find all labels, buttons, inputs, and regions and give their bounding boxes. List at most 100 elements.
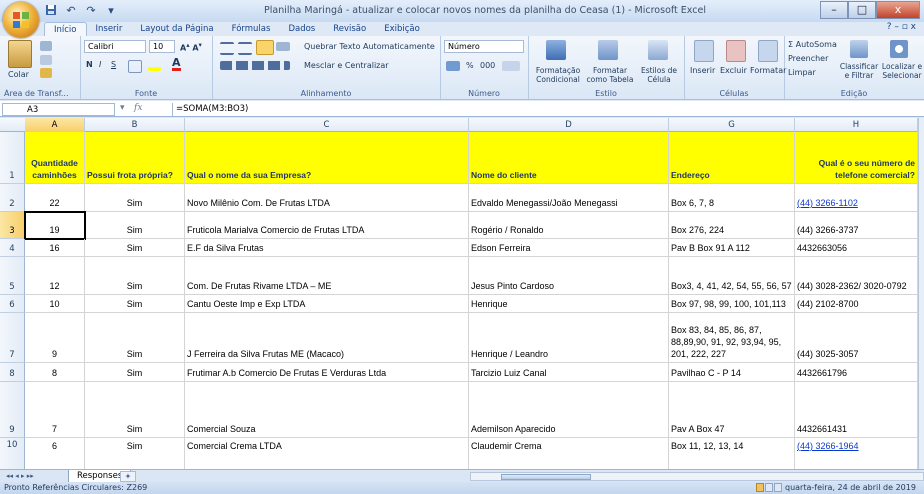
cell[interactable]: Henrique / Leandro (469, 313, 669, 363)
cell[interactable]: 7 (25, 382, 85, 438)
redo-icon[interactable]: ↷ (84, 4, 98, 18)
tab-exibicao[interactable]: Exibição (375, 22, 429, 36)
insert-cells-icon[interactable] (694, 40, 714, 62)
find-select-icon[interactable] (890, 40, 908, 58)
cell[interactable]: Box 6, 7, 8 (669, 184, 795, 212)
format-as-table-button[interactable]: Formatar como Tabela (586, 66, 634, 84)
fx-icon[interactable]: fx (134, 103, 142, 113)
cell[interactable]: Box3, 4, 41, 42, 54, 55, 56, 57 (669, 257, 795, 295)
paste-icon[interactable] (8, 40, 32, 68)
cell[interactable]: Jesus Pinto Cardoso (469, 257, 669, 295)
copy-icon[interactable] (40, 55, 52, 65)
name-box[interactable]: A3 (2, 103, 115, 116)
cell[interactable]: Frutimar A.b Comercio De Frutas E Verdur… (185, 363, 469, 382)
row-header[interactable]: 2 (0, 184, 25, 212)
header-cell[interactable]: Qual é o seu número de telefone comercia… (795, 132, 918, 184)
decimal-icons[interactable] (502, 61, 520, 71)
underline-button[interactable]: S (111, 60, 116, 69)
cell-styles-icon[interactable] (648, 40, 668, 60)
row-header[interactable]: 3 (0, 212, 25, 239)
cell[interactable]: Tarcizio Luiz Canal (469, 363, 669, 382)
cell[interactable]: 12 (25, 257, 85, 295)
horizontal-align-icons[interactable] (220, 61, 290, 70)
cell[interactable]: Pav A Box 47 (669, 382, 795, 438)
row-header[interactable]: 5 (0, 257, 25, 295)
cell[interactable]: Novo Milênio Com. De Frutas LTDA (185, 184, 469, 212)
conditional-format-icon[interactable] (546, 40, 566, 60)
cell[interactable]: 6 (25, 438, 85, 469)
column-header-d[interactable]: D (469, 118, 669, 132)
italic-button[interactable]: I (99, 60, 101, 69)
page-break-view-icon[interactable] (774, 483, 782, 492)
cell[interactable]: 4432661796 (795, 363, 918, 382)
header-cell[interactable]: Endereço (669, 132, 795, 184)
cell[interactable]: Edvaldo Menegassi/João Menegassi (469, 184, 669, 212)
undo-icon[interactable]: ↶ (64, 4, 78, 18)
font-color-icon[interactable]: A (172, 57, 181, 71)
cell[interactable]: Edson Ferreira (469, 239, 669, 257)
cell[interactable]: (44) 3025-3057 (795, 313, 918, 363)
format-table-icon[interactable] (598, 40, 618, 60)
cell[interactable]: Sim (85, 239, 185, 257)
cell[interactable]: Cantu Oeste Imp e Exp LTDA (185, 295, 469, 313)
cell[interactable]: Sim (85, 257, 185, 295)
tab-revisao[interactable]: Revisão (324, 22, 375, 36)
row-header[interactable]: 7 (0, 313, 25, 363)
formula-input[interactable]: =SOMA(M3:BO3) (172, 103, 920, 116)
cell[interactable]: Com. De Frutas Rivame LTDA – ME (185, 257, 469, 295)
wrap-text-button[interactable]: Quebrar Texto Automaticamente (304, 42, 435, 51)
cell[interactable]: Sim (85, 363, 185, 382)
cell[interactable]: Fruticola Marialva Comercio de Frutas LT… (185, 212, 469, 239)
horizontal-scrollbar[interactable] (470, 472, 924, 481)
minimize-button[interactable]: – (820, 1, 848, 19)
cell[interactable]: Box 97, 98, 99, 100, 101,113 (669, 295, 795, 313)
phone-link[interactable]: (44) 3266-1102 (797, 197, 858, 209)
cell[interactable]: Sim (85, 184, 185, 212)
fill-color-icon[interactable] (148, 60, 161, 71)
number-format-select[interactable]: Número (444, 40, 524, 53)
cell[interactable]: 9 (25, 313, 85, 363)
vertical-scrollbar[interactable] (918, 118, 924, 469)
align-top-icon[interactable] (220, 42, 234, 55)
cell[interactable]: 4432661431 (795, 382, 918, 438)
find-select-button[interactable]: Localizar e Selecionar (880, 62, 924, 80)
delete-cells-icon[interactable] (726, 40, 746, 62)
insert-sheet-icon[interactable]: ✦ (120, 471, 136, 482)
cell[interactable]: Box 11, 12, 13, 14 (669, 438, 795, 469)
page-layout-view-icon[interactable] (765, 483, 773, 492)
horizontal-scroll-thumb[interactable] (501, 474, 591, 480)
fill-button[interactable]: Preencher (788, 54, 828, 63)
percent-button[interactable]: % (466, 61, 474, 70)
grow-font-icon[interactable]: A▴ A▾ (180, 41, 202, 53)
namebox-dropdown-icon[interactable]: ▾ (120, 103, 125, 113)
row-header[interactable]: 8 (0, 363, 25, 382)
column-header-a[interactable]: A (25, 118, 85, 132)
cell[interactable]: (44) 3266-1102 (795, 184, 918, 212)
cell[interactable]: Ademilson Aparecido (469, 382, 669, 438)
normal-view-icon[interactable] (756, 483, 764, 492)
help-controls[interactable]: ? – ▫ x (887, 22, 916, 32)
insert-button[interactable]: Inserir (690, 66, 715, 75)
office-button[interactable] (3, 2, 39, 38)
save-icon[interactable] (44, 4, 58, 18)
row-header[interactable]: 4 (0, 239, 25, 257)
column-header-g[interactable]: G (669, 118, 795, 132)
close-button[interactable]: x (876, 1, 920, 19)
cell[interactable]: Box 276, 224 (669, 212, 795, 239)
font-size-select[interactable]: 10 (149, 40, 175, 53)
cut-icon[interactable] (40, 41, 52, 51)
cell[interactable]: Sim (85, 382, 185, 438)
font-name-select[interactable]: Calibri (84, 40, 146, 53)
cell[interactable]: 10 (25, 295, 85, 313)
tab-formulas[interactable]: Fórmulas (223, 22, 280, 36)
cell[interactable]: 8 (25, 363, 85, 382)
header-cell[interactable]: Qual o nome da sua Empresa? (185, 132, 469, 184)
orientation-icon[interactable] (276, 42, 290, 51)
cell[interactable]: Pav B Box 91 A 112 (669, 239, 795, 257)
header-cell[interactable]: Possui frota própria? (85, 132, 185, 184)
paste-label[interactable]: Colar (8, 70, 29, 79)
cell[interactable]: Sim (85, 313, 185, 363)
tab-layout[interactable]: Layout da Página (131, 22, 222, 36)
cell[interactable]: Sim (85, 212, 185, 239)
row-header[interactable]: 9 (0, 382, 25, 438)
